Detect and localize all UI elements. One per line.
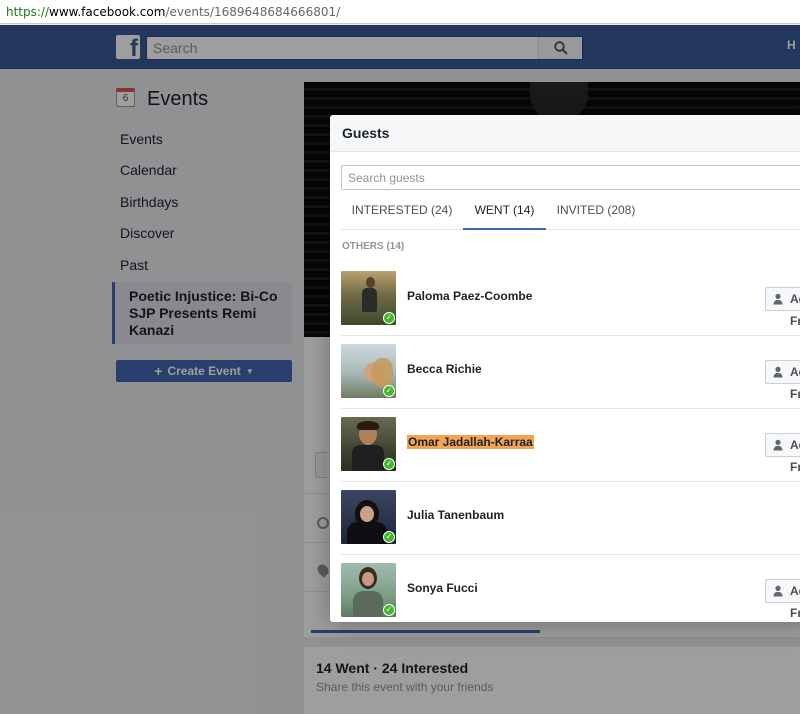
went-check-icon: ✓ (383, 312, 395, 324)
avatar[interactable]: ✓ (341, 344, 396, 398)
address-bar[interactable]: https://www.facebook.com/events/16896486… (0, 0, 800, 24)
went-check-icon: ✓ (383, 531, 395, 543)
avatar[interactable]: ✓ (341, 563, 396, 617)
tab-went[interactable]: WENT (14) (463, 199, 546, 230)
add-friend-button[interactable]: Add Friend (765, 433, 800, 474)
guests-dialog: Guests INTERESTED (24) WENT (14) INVITED… (330, 115, 800, 622)
guest-name[interactable]: Paloma Paez-Coombe (407, 289, 532, 303)
url-domain: www.facebook.com (49, 5, 166, 19)
add-friend-button[interactable]: Add Friend (765, 360, 800, 401)
guest-name[interactable]: Julia Tanenbaum (407, 508, 504, 522)
add-friend-label: Add Friend (790, 365, 800, 401)
guest-name[interactable]: Sonya Fucci (407, 581, 478, 595)
section-label: OTHERS (14) (342, 241, 405, 252)
add-friend-icon (773, 585, 783, 597)
went-check-icon: ✓ (383, 604, 395, 616)
guest-name-highlighted[interactable]: Omar Jadallah-Karraa (407, 435, 534, 449)
add-friend-label: Add Friend (790, 292, 800, 328)
tab-invited[interactable]: INVITED (208) (546, 199, 646, 230)
guest-row: ✓ Julia Tanenbaum (341, 482, 800, 555)
went-check-icon: ✓ (383, 385, 395, 397)
guest-row: ✓ Omar Jadallah-Karraa Add Friend (341, 409, 800, 482)
url-scheme: https:// (6, 5, 50, 19)
avatar[interactable]: ✓ (341, 271, 396, 325)
guest-name[interactable]: Becca Richie (407, 362, 482, 376)
add-friend-label: Add Friend (790, 438, 800, 474)
add-friend-icon (773, 293, 783, 305)
went-check-icon: ✓ (383, 458, 395, 470)
add-friend-label: Add Friend (790, 584, 800, 620)
add-friend-icon (773, 439, 783, 451)
add-friend-button[interactable]: Add Friend (765, 579, 800, 620)
guest-row: ✓ Paloma Paez-Coombe Add Friend (341, 263, 800, 336)
guest-row: ✓ Becca Richie Add Friend (341, 336, 800, 409)
dialog-title: Guests (330, 115, 800, 152)
guest-tabs: INTERESTED (24) WENT (14) INVITED (208) (341, 199, 800, 230)
guest-search-box (341, 165, 800, 190)
add-friend-button[interactable]: Add Friend (765, 287, 800, 328)
avatar[interactable]: ✓ (341, 490, 396, 544)
guest-row: ✓ Sonya Fucci Add Friend (341, 555, 800, 622)
url-path: /events/1689648684666801/ (165, 5, 341, 19)
avatar[interactable]: ✓ (341, 417, 396, 471)
guest-search-input[interactable] (342, 166, 800, 189)
tab-interested[interactable]: INTERESTED (24) (341, 199, 463, 230)
add-friend-icon (773, 366, 783, 378)
